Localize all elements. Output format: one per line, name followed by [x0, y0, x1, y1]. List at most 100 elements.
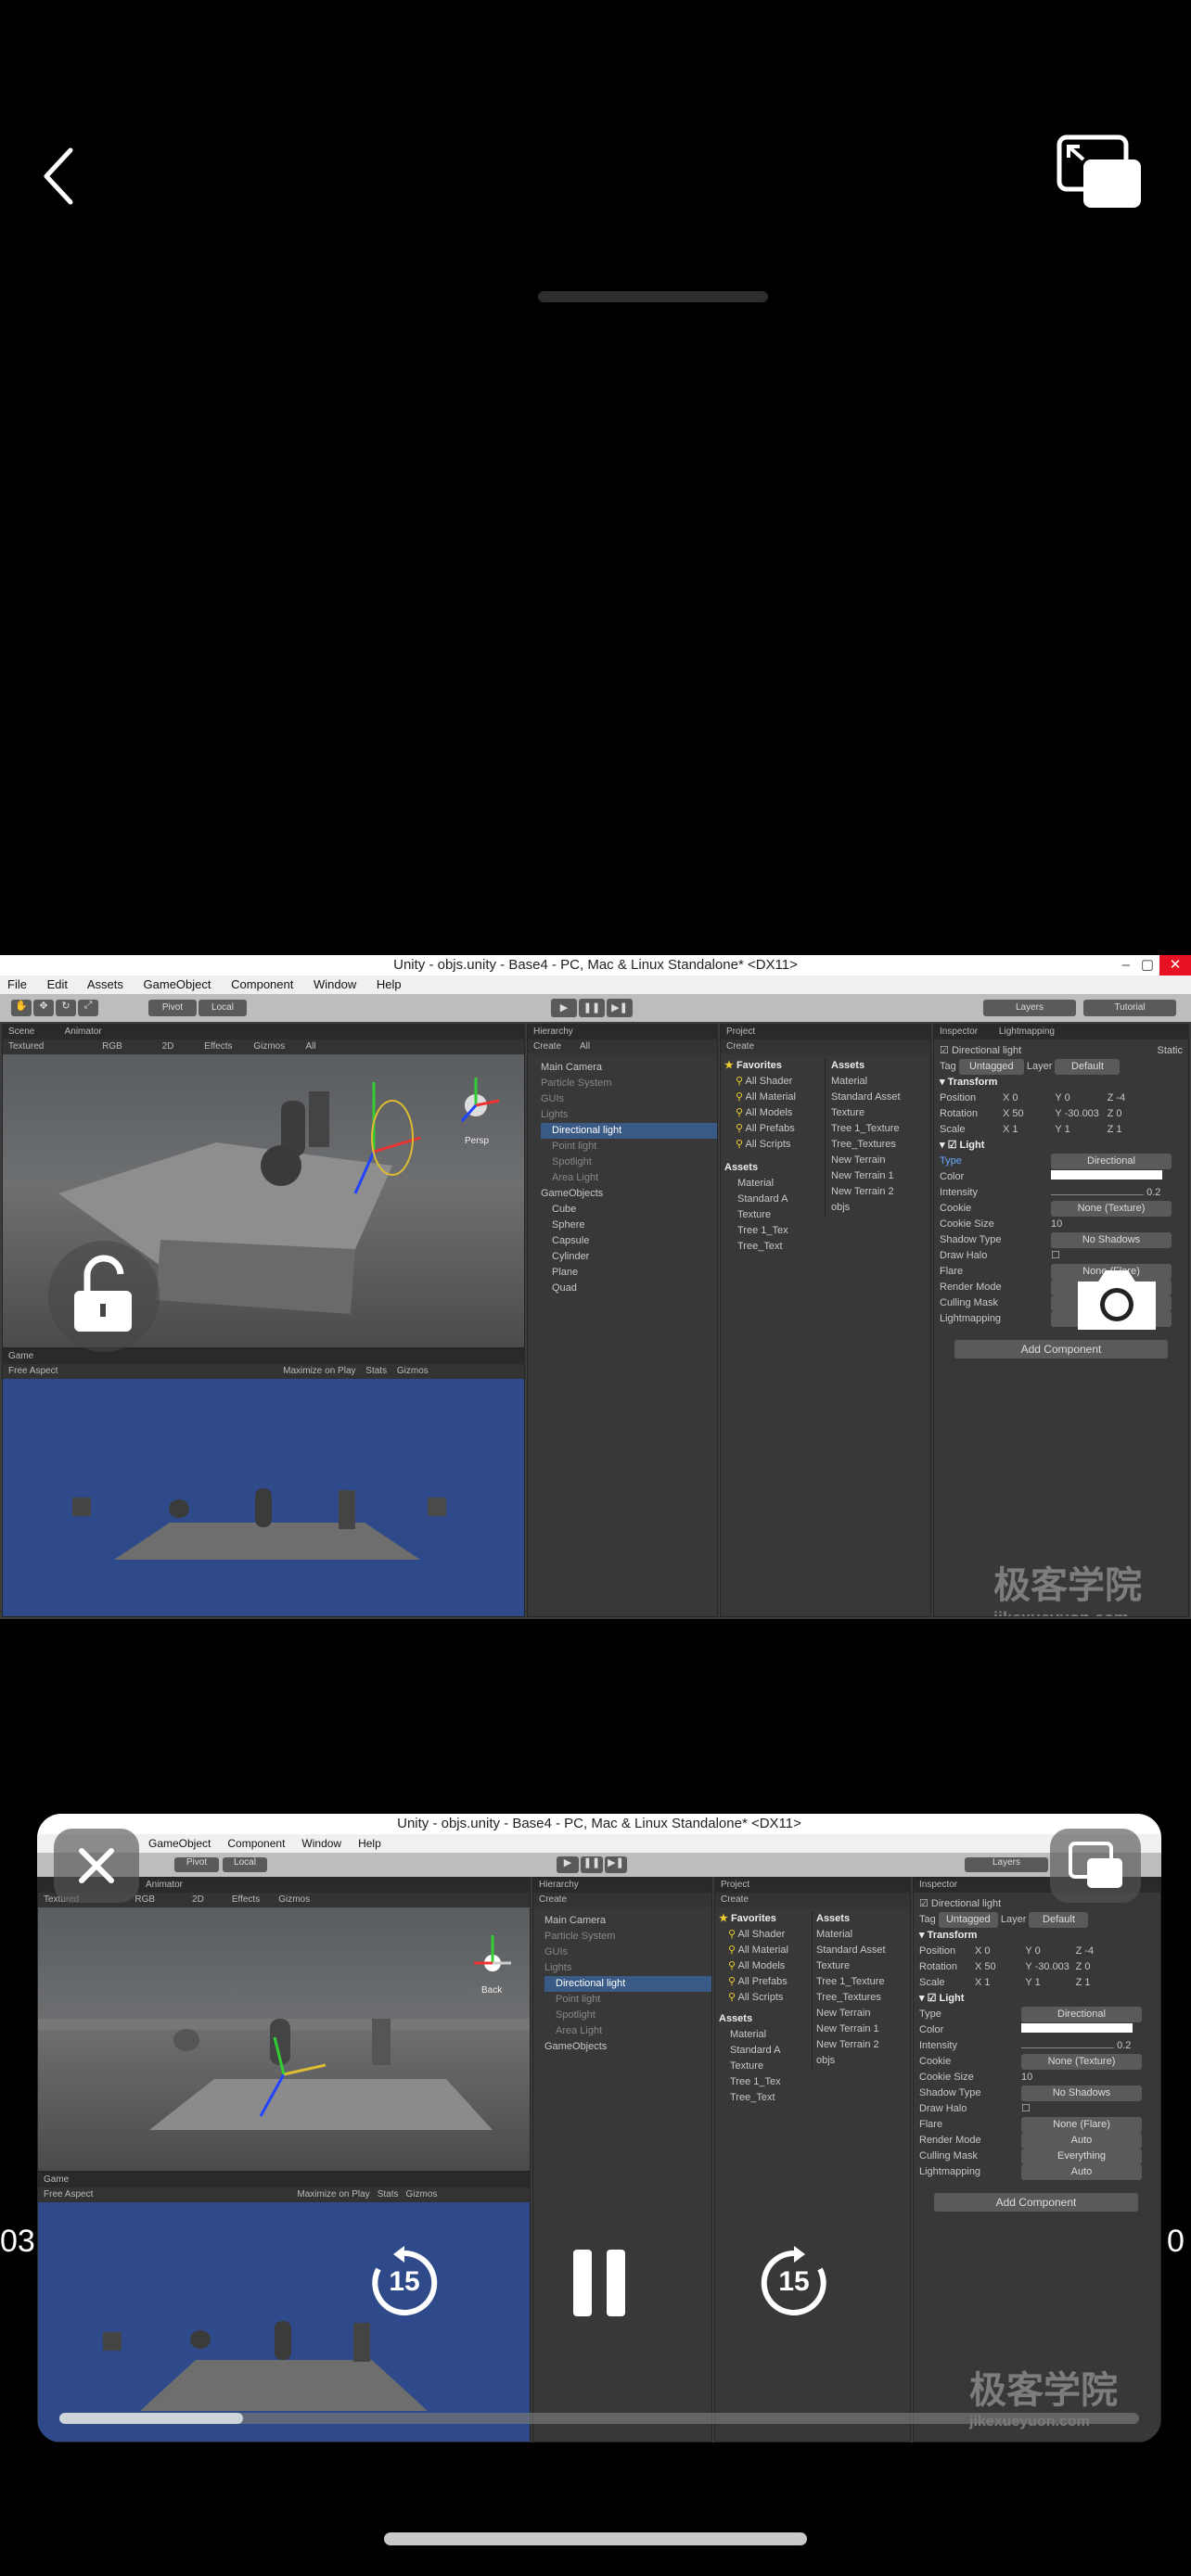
cookie-field[interactable]: None (Texture) [1051, 1201, 1172, 1217]
scale-tool-button[interactable]: ⤢ [78, 1000, 98, 1016]
object-enabled-checkbox[interactable]: ☑ [940, 1045, 949, 1056]
aspect-dropdown[interactable]: Free Aspect [8, 1366, 58, 1376]
draw-halo-checkbox[interactable]: ☐ [1051, 1250, 1060, 1261]
move-tool-button[interactable]: ✥ [33, 1000, 54, 1016]
tab-lightmapping[interactable]: Lightmapping [999, 1027, 1055, 1037]
list-item[interactable]: New Terrain 2 [831, 1184, 930, 1200]
list-item[interactable]: Capsule [541, 1233, 717, 1249]
menu-file[interactable]: File [7, 977, 27, 991]
cookie-size-field[interactable]: 10 [1051, 1218, 1062, 1230]
close-icon[interactable]: ✕ [1159, 955, 1191, 976]
list-item[interactable]: GUIs [541, 1091, 717, 1107]
list-item[interactable]: Tree 1_Tex [724, 1223, 821, 1239]
scene-orientation-gizmo[interactable] [460, 1078, 500, 1122]
menu-component[interactable]: Component [231, 977, 293, 991]
maximize-icon[interactable]: ▢ [1141, 955, 1154, 976]
home-indicator[interactable] [384, 2532, 807, 2545]
object-name[interactable]: Directional light [952, 1045, 1021, 1056]
list-item[interactable]: Cube [541, 1202, 717, 1218]
light-header[interactable]: Light [960, 1140, 985, 1151]
list-item[interactable]: Spotlight [541, 1154, 717, 1170]
static-toggle[interactable]: Static [1157, 1043, 1183, 1059]
list-item[interactable]: Standard A [724, 1192, 821, 1207]
layer-dropdown[interactable]: Default [1055, 1059, 1121, 1075]
step-button[interactable]: ▶❚ [607, 999, 633, 1017]
list-item[interactable]: Area Light [541, 1170, 717, 1186]
toggle-2d[interactable]: 2D [162, 1041, 174, 1052]
list-item[interactable]: Cylinder [541, 1249, 717, 1265]
layout-dropdown[interactable]: Tutorial [1083, 1000, 1176, 1016]
type-dropdown[interactable]: Directional [1051, 1154, 1172, 1169]
render-mode[interactable]: RGB [102, 1041, 122, 1052]
skip-back-button[interactable]: 15 [367, 2246, 442, 2320]
game-gizmos[interactable]: Gizmos [397, 1366, 429, 1376]
list-item[interactable]: Tree_Textures [831, 1137, 930, 1153]
play-button[interactable]: ▶ [551, 999, 577, 1017]
shadow-type-dropdown[interactable]: No Shadows [1051, 1232, 1172, 1248]
progress-track[interactable] [59, 2413, 1139, 2424]
rotate-tool-button[interactable]: ↻ [56, 1000, 76, 1016]
list-item[interactable]: Standard Asset [831, 1090, 930, 1105]
hand-tool-button[interactable]: ✋ [11, 1000, 32, 1016]
list-item[interactable]: New Terrain [831, 1153, 930, 1168]
menu-window[interactable]: Window [314, 977, 356, 991]
minimize-icon[interactable]: – [1122, 955, 1130, 976]
tab-scene[interactable]: Scene [8, 1027, 34, 1037]
local-toggle[interactable]: Local [198, 1000, 247, 1016]
picture-in-picture-icon[interactable] [1056, 134, 1145, 213]
favorites-header[interactable]: ★ Favorites [724, 1058, 821, 1074]
hierarchy-search[interactable]: All [580, 1041, 590, 1052]
skip-forward-button[interactable]: 15 [757, 2246, 831, 2320]
tab-game[interactable]: Game [8, 1351, 33, 1361]
list-item[interactable]: Texture [831, 1105, 930, 1121]
lock-button[interactable] [48, 1241, 160, 1352]
list-item[interactable]: objs [831, 1200, 930, 1216]
tab-project[interactable]: Project [726, 1027, 755, 1037]
list-item[interactable]: ⚲ All Scripts [724, 1137, 821, 1153]
list-item[interactable]: ⚲ All Material [724, 1090, 821, 1105]
list-item[interactable]: ⚲ All Models [724, 1105, 821, 1121]
list-item[interactable]: GameObjects [541, 1186, 717, 1202]
sheet-grabber[interactable] [538, 291, 768, 302]
list-item[interactable]: Lights [541, 1107, 717, 1123]
project-create[interactable]: Create [726, 1041, 754, 1052]
list-item[interactable]: Quad [541, 1281, 717, 1296]
intensity-slider[interactable] [1051, 1194, 1144, 1195]
assets-header[interactable]: Assets [724, 1160, 821, 1176]
tab-animator[interactable]: Animator [65, 1027, 102, 1037]
menu-gameobject[interactable]: GameObject [144, 977, 211, 991]
list-item[interactable]: Tree_Text [724, 1239, 821, 1255]
pause-button[interactable]: ❚❚ [579, 999, 605, 1017]
pause-button[interactable] [566, 2246, 633, 2320]
list-item[interactable]: ⚲ All Prefabs [724, 1121, 821, 1137]
tag-dropdown[interactable]: Untagged [958, 1059, 1024, 1075]
list-item[interactable]: Material [831, 1074, 930, 1090]
menu-help[interactable]: Help [377, 977, 402, 991]
pivot-toggle[interactable]: Pivot [148, 1000, 197, 1016]
tab-inspector[interactable]: Inspector [940, 1027, 978, 1037]
list-item-selected[interactable]: Directional light [541, 1123, 717, 1139]
list-item[interactable]: Texture [724, 1207, 821, 1223]
list-item[interactable]: Tree 1_Texture [831, 1121, 930, 1137]
light-enabled-checkbox[interactable]: ☑ [948, 1140, 957, 1151]
effects-dropdown[interactable]: Effects [204, 1041, 232, 1052]
list-item[interactable]: Sphere [541, 1218, 717, 1233]
scene-search[interactable]: All [305, 1041, 315, 1052]
hierarchy-create[interactable]: Create [533, 1041, 561, 1052]
list-item[interactable]: Plane [541, 1265, 717, 1281]
layers-dropdown[interactable]: Layers [983, 1000, 1076, 1016]
screenshot-button[interactable] [1072, 1254, 1161, 1343]
menu-edit[interactable]: Edit [47, 977, 68, 991]
stats-toggle[interactable]: Stats [365, 1366, 387, 1376]
list-item[interactable]: New Terrain 1 [831, 1168, 930, 1184]
list-item[interactable]: Main Camera [541, 1060, 717, 1076]
tab-hierarchy[interactable]: Hierarchy [533, 1027, 573, 1037]
list-item[interactable]: Particle System [541, 1076, 717, 1091]
maximize-on-play[interactable]: Maximize on Play [283, 1366, 355, 1376]
back-chevron-icon[interactable] [37, 139, 83, 213]
pip-player[interactable]: Unity - objs.unity - Base4 - PC, Mac & L… [37, 1814, 1161, 2442]
list-item[interactable]: ⚲ All Shader [724, 1074, 821, 1090]
list-item[interactable]: Point light [541, 1139, 717, 1154]
pip-close-button[interactable] [54, 1829, 139, 1903]
list-item[interactable]: Material [724, 1176, 821, 1192]
